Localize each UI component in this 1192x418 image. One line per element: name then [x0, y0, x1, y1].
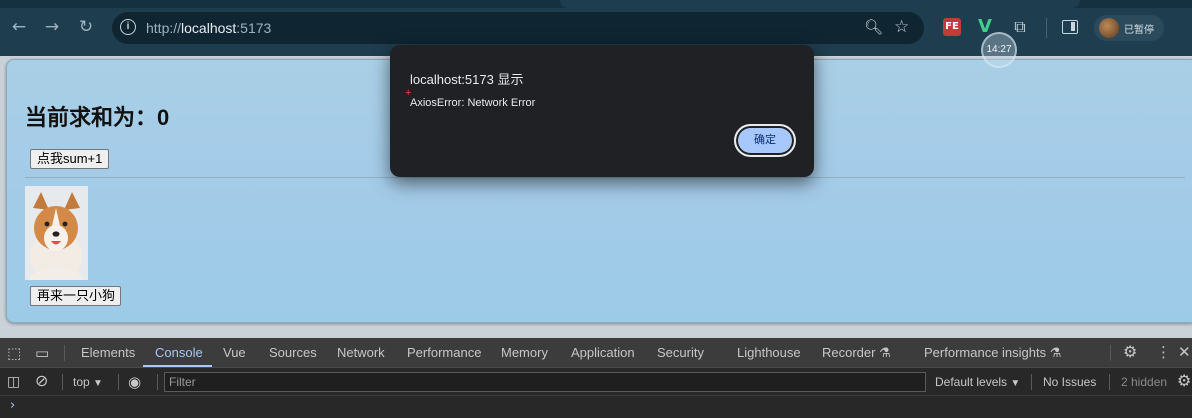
profile-name: 已暂停 — [1124, 25, 1154, 36]
increment-button[interactable]: 点我sum+1 — [30, 149, 109, 169]
filter-input[interactable]: Filter — [164, 372, 926, 392]
toolbar-divider — [1046, 18, 1047, 38]
chevron-down-icon: ▼ — [93, 378, 103, 389]
tab-application[interactable]: Application — [571, 345, 635, 360]
clear-console-icon[interactable]: ⊘ — [35, 372, 48, 390]
dog-photo-graphic — [25, 186, 88, 280]
sum-heading: 当前求和为：0 — [25, 105, 170, 130]
star-icon[interactable]: ☆ — [894, 17, 909, 37]
avatar — [1099, 18, 1119, 38]
inspect-element-icon[interactable]: ⬚ — [7, 344, 21, 362]
log-levels-label: Default levels — [935, 375, 1008, 389]
clock-overlay: 14:27 — [981, 32, 1017, 68]
console-settings-icon[interactable]: ⚙ — [1177, 372, 1191, 390]
active-tab[interactable] — [560, 0, 1080, 8]
reload-icon[interactable]: ↻ — [76, 17, 96, 37]
fe-extension-icon[interactable]: FE — [943, 18, 961, 36]
dialog-ok-button[interactable]: 确定 — [734, 124, 796, 157]
context-label: top — [73, 375, 90, 389]
tab-memory[interactable]: Memory — [501, 345, 548, 360]
tab-network[interactable]: Network — [337, 345, 385, 360]
dialog-title: localhost:5173 显示 — [410, 72, 524, 87]
tab-performance-insights[interactable]: Performance insights ⚗ — [924, 345, 1061, 361]
zoom-icon[interactable]: 🔍︎ — [864, 18, 883, 36]
chevron-down-icon: ▼ — [1010, 378, 1021, 389]
extensions-icon[interactable]: ⧉ — [1010, 18, 1030, 36]
console-toolbar: ◫ ⊘ top ▼ ◉ Filter Default levels ▼ No I… — [0, 368, 1192, 396]
toolbar-divider — [62, 374, 63, 390]
fetch-dog-button[interactable]: 再来一只小狗 — [30, 286, 121, 306]
sidebar-toggle-icon[interactable]: ◫ — [7, 373, 20, 391]
log-levels-dropdown[interactable]: Default levels ▼ — [935, 375, 1020, 389]
info-icon[interactable]: i — [120, 19, 136, 35]
url-text[interactable]: http://localhost:5173 — [146, 20, 271, 36]
tab-security[interactable]: Security — [657, 345, 704, 360]
hidden-count: 2 hidden — [1121, 375, 1168, 389]
issues-button[interactable]: No Issues — [1043, 375, 1096, 389]
close-devtools-icon[interactable]: ✕ — [1178, 343, 1191, 361]
more-options-icon[interactable]: ⋮ — [1156, 343, 1171, 361]
url-scheme: http:// — [146, 20, 182, 36]
tab-recorder[interactable]: Recorder ⚗ — [822, 345, 891, 361]
tab-vue[interactable]: Vue — [223, 345, 246, 360]
devtools-tabbar: ⬚ ▭ Elements Console Vue Sources Network… — [0, 338, 1192, 368]
context-selector[interactable]: top ▼ — [73, 375, 103, 389]
side-panel-icon[interactable] — [1062, 20, 1078, 34]
tab-elements[interactable]: Elements — [81, 345, 135, 360]
url-host: localhost — [181, 20, 237, 36]
address-bar[interactable]: i http://localhost:5173 🔍︎ ☆ — [112, 12, 924, 44]
dog-image — [25, 186, 88, 280]
back-icon[interactable]: ← — [9, 17, 29, 37]
url-port: :5173 — [236, 20, 272, 36]
tab-divider — [64, 345, 65, 361]
toolbar-divider — [1031, 374, 1032, 390]
toolbar-divider — [1109, 374, 1110, 390]
tab-lighthouse[interactable]: Lighthouse — [737, 345, 801, 360]
toolbar-divider — [157, 374, 158, 390]
tab-console[interactable]: Console — [155, 345, 203, 360]
divider — [25, 177, 1185, 178]
forward-icon[interactable]: → — [42, 17, 62, 37]
profile-button[interactable]: 已暂停 — [1094, 15, 1164, 41]
eye-icon[interactable]: ◉ — [128, 373, 141, 391]
alert-dialog: localhost:5173 显示 + AxiosError: Network … — [390, 45, 814, 177]
devtools-panel: ⬚ ▭ Elements Console Vue Sources Network… — [0, 338, 1192, 418]
device-toolbar-icon[interactable]: ▭ — [35, 344, 49, 362]
tab-strip — [0, 0, 1192, 8]
dialog-message: AxiosError: Network Error — [410, 97, 536, 109]
active-tab-indicator — [143, 365, 212, 367]
settings-gear-icon[interactable]: ⚙ — [1123, 343, 1137, 361]
console-prompt-icon[interactable]: › — [10, 398, 15, 413]
tab-divider — [1110, 345, 1111, 361]
tab-performance[interactable]: Performance — [407, 345, 481, 360]
tab-sources[interactable]: Sources — [269, 345, 317, 360]
toolbar-divider — [118, 374, 119, 390]
